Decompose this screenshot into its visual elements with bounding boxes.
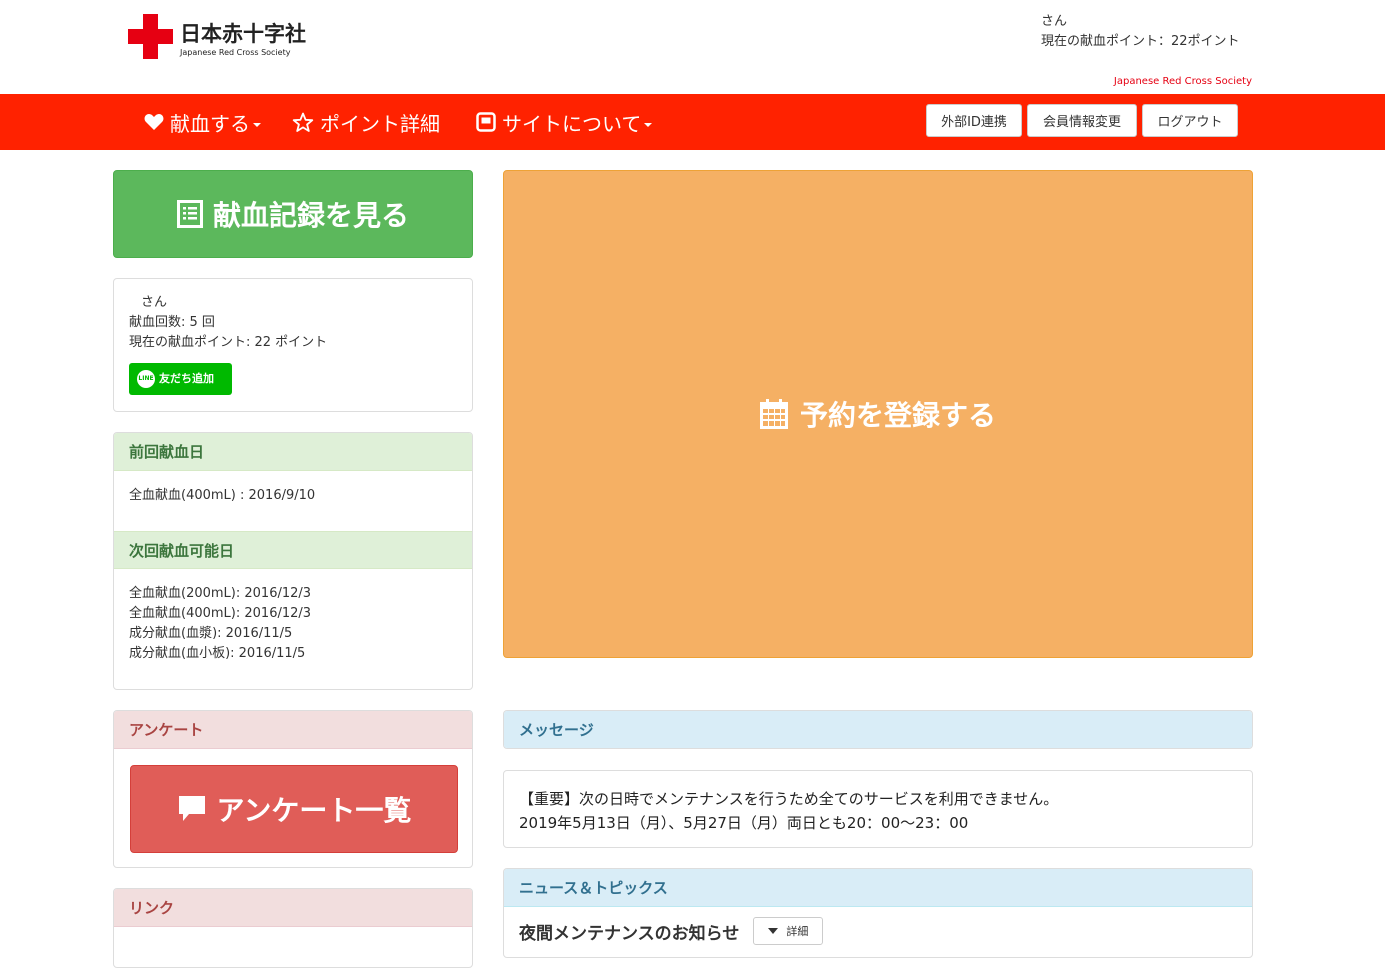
links-panel: リンク (113, 888, 473, 968)
nav-donate-label: 献血する (170, 111, 250, 136)
chevron-down-icon (253, 123, 261, 127)
nav-about-label: サイトについて (502, 111, 642, 136)
heart-icon (144, 113, 164, 131)
register-reservation-label: 予約を登録する (799, 399, 996, 432)
message-heading: メッセージ (504, 711, 1252, 748)
chevron-down-icon (644, 123, 653, 127)
next-donation-item: 全血献血(200mL): 2016/12/3 (129, 586, 312, 601)
next-donation-item: 全血献血(400mL): 2016/12/3 (129, 606, 312, 621)
main-navbar: 献血する ポイント詳細 サイトについて 外部ID連携 会員情報変更 ログアウト (0, 94, 1385, 150)
line-add-friend-button[interactable]: LINE 友だち追加 (129, 363, 232, 395)
news-detail-label: 詳細 (786, 925, 809, 938)
survey-list-button[interactable]: アンケート一覧 (130, 765, 458, 853)
caret-down-icon (768, 928, 779, 934)
donation-count: 献血回数: 5 回 (129, 315, 215, 330)
window-icon (476, 112, 496, 132)
news-item: 夜間メンテナンスのお知らせ 詳細 (504, 907, 1252, 955)
logo-subtitle: Japanese Red Cross Society (180, 48, 291, 57)
user-summary-panel: さん 献血回数: 5 回 現在の献血ポイント: 22 ポイント LINE 友だち… (113, 278, 473, 412)
next-donation-heading: 次回献血可能日 (114, 531, 472, 569)
donation-dates-panel: 前回献血日 全血献血(400mL) : 2016/9/10 次回献血可能日 全血… (113, 432, 473, 690)
view-records-label: 献血記録を見る (212, 199, 409, 232)
star-icon (292, 112, 314, 133)
next-donation-body: 全血献血(200mL): 2016/12/3 全血献血(400mL): 2016… (114, 569, 472, 679)
header-user-name: さん (1041, 14, 1068, 29)
last-donation-item: 全血献血(400mL) : 2016/9/10 (129, 488, 316, 503)
news-panel: ニュース＆トピックス 夜間メンテナンスのお知らせ 詳細 (503, 868, 1253, 958)
survey-heading: アンケート (114, 711, 472, 749)
header-points: 現在の献血ポイント：22ポイント (1041, 34, 1240, 49)
view-records-button[interactable]: 献血記録を見る (113, 170, 473, 258)
line-icon: LINE (137, 370, 155, 388)
logout-button[interactable]: ログアウト (1142, 104, 1238, 137)
line-add-friend-label: 友だち追加 (159, 372, 214, 385)
external-id-button[interactable]: 外部ID連携 (926, 104, 1022, 137)
jrc-logo[interactable]: 日本赤十字社 Japanese Red Cross Society (128, 14, 306, 59)
last-donation-heading: 前回献血日 (114, 433, 472, 471)
comment-icon (178, 796, 205, 821)
message-body: 【重要】次の日時でメンテナンスを行うため全てのサービスを利用できません。 201… (503, 770, 1253, 848)
links-heading: リンク (114, 889, 472, 927)
nav-donate[interactable]: 献血する (144, 94, 261, 150)
news-detail-button[interactable]: 詳細 (753, 917, 824, 945)
logo-title: 日本赤十字社 (180, 22, 306, 46)
edit-member-button[interactable]: 会員情報変更 (1027, 104, 1137, 137)
header-user-info: さん 現在の献血ポイント：22ポイント (1041, 12, 1240, 52)
red-cross-icon (128, 14, 173, 59)
news-item-title: 夜間メンテナンスのお知らせ (519, 923, 740, 944)
calendar-icon (759, 399, 788, 429)
header-jrc-label: Japanese Red Cross Society (1113, 76, 1252, 87)
last-donation-body: 全血献血(400mL) : 2016/9/10 (114, 471, 472, 531)
next-donation-item: 成分献血(血漿): 2016/11/5 (129, 626, 293, 641)
nav-points[interactable]: ポイント詳細 (292, 94, 440, 150)
news-heading: ニュース＆トピックス (504, 869, 1252, 907)
register-reservation-button[interactable]: 予約を登録する (503, 170, 1253, 658)
message-line: 【重要】次の日時でメンテナンスを行うため全てのサービスを利用できません。 (519, 790, 1059, 808)
nav-about[interactable]: サイトについて (476, 94, 653, 150)
current-points: 現在の献血ポイント: 22 ポイント (129, 335, 328, 350)
message-line: 2019年5月13日（月）、5月27日（月）両日とも20：00～23：00 (519, 814, 969, 832)
survey-list-label: アンケート一覧 (216, 794, 412, 827)
list-icon (176, 200, 203, 228)
survey-panel: アンケート アンケート一覧 (113, 710, 473, 868)
message-panel: メッセージ (503, 710, 1253, 749)
next-donation-item: 成分献血(血小板): 2016/11/5 (129, 646, 306, 661)
nav-points-label: ポイント詳細 (320, 111, 440, 136)
site-header: 日本赤十字社 Japanese Red Cross Society さん 現在の… (0, 0, 1385, 94)
user-name: さん (141, 295, 168, 310)
